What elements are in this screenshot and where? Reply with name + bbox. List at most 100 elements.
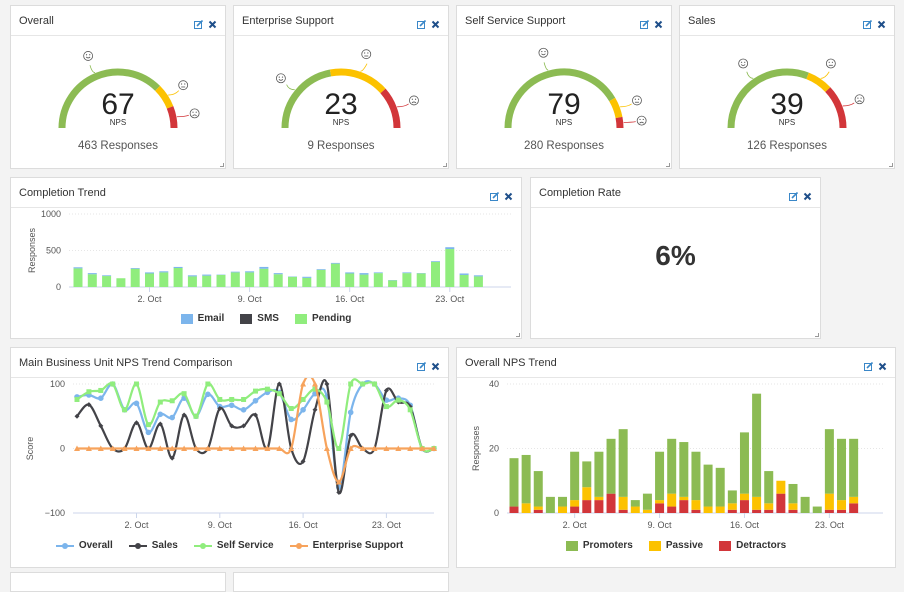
- bar-pending[interactable]: [374, 273, 383, 287]
- bar-email[interactable]: [360, 273, 369, 274]
- data-point[interactable]: [253, 398, 259, 404]
- edit-icon[interactable]: [417, 358, 426, 367]
- bar-pending[interactable]: [474, 276, 483, 287]
- bar-passive[interactable]: [522, 503, 531, 513]
- data-point[interactable]: [110, 382, 115, 387]
- data-point[interactable]: [313, 407, 318, 412]
- bar-pending[interactable]: [274, 274, 283, 287]
- bar-email[interactable]: [231, 272, 240, 273]
- bar-detractors[interactable]: [691, 510, 700, 513]
- bar-promoters[interactable]: [825, 429, 834, 494]
- bar-passive[interactable]: [558, 507, 567, 513]
- resize-handle[interactable]: [666, 163, 670, 167]
- bar-pending[interactable]: [231, 272, 240, 287]
- data-point[interactable]: [169, 415, 175, 421]
- data-point[interactable]: [241, 397, 246, 402]
- data-point[interactable]: [324, 382, 329, 387]
- close-icon[interactable]: [803, 188, 812, 197]
- bar-detractors[interactable]: [752, 510, 761, 513]
- bar-passive[interactable]: [534, 507, 543, 510]
- data-point[interactable]: [182, 391, 187, 396]
- legend-item-sms[interactable]: SMS: [240, 313, 279, 324]
- bar-promoters[interactable]: [679, 442, 688, 497]
- bar-pending[interactable]: [402, 273, 411, 287]
- bar-passive[interactable]: [704, 507, 713, 513]
- data-point[interactable]: [229, 397, 234, 402]
- bar-promoters[interactable]: [594, 452, 603, 497]
- bar-pending[interactable]: [74, 268, 83, 287]
- bar-email[interactable]: [259, 267, 268, 269]
- data-point[interactable]: [98, 388, 103, 393]
- bar-detractors[interactable]: [582, 500, 591, 513]
- legend-item-overall[interactable]: Overall: [56, 540, 113, 551]
- data-point[interactable]: [170, 398, 175, 403]
- bar-passive[interactable]: [667, 494, 676, 507]
- bar-email[interactable]: [159, 271, 168, 272]
- data-point[interactable]: [336, 446, 341, 451]
- bar-email[interactable]: [331, 263, 340, 264]
- bar-email[interactable]: [374, 272, 383, 273]
- data-point[interactable]: [372, 382, 377, 387]
- bar-pending[interactable]: [159, 272, 168, 287]
- bar-detractors[interactable]: [619, 510, 628, 513]
- bar-email[interactable]: [302, 277, 311, 278]
- edit-icon[interactable]: [194, 16, 203, 25]
- bar-promoters[interactable]: [813, 507, 822, 513]
- bar-pending[interactable]: [345, 273, 354, 287]
- bar-detractors[interactable]: [607, 494, 616, 513]
- bar-passive[interactable]: [631, 507, 640, 513]
- bar-passive[interactable]: [740, 494, 749, 500]
- bar-email[interactable]: [102, 275, 111, 276]
- bar-promoters[interactable]: [740, 432, 749, 493]
- close-icon[interactable]: [504, 188, 513, 197]
- close-icon[interactable]: [878, 358, 887, 367]
- bar-passive[interactable]: [643, 510, 652, 513]
- data-point[interactable]: [205, 392, 211, 398]
- bar-pending[interactable]: [145, 273, 154, 287]
- data-point[interactable]: [194, 414, 199, 419]
- data-point[interactable]: [300, 407, 306, 413]
- bar-email[interactable]: [274, 273, 283, 274]
- bar-promoters[interactable]: [655, 452, 664, 500]
- bar-promoters[interactable]: [619, 429, 628, 497]
- bar-promoters[interactable]: [667, 439, 676, 494]
- bar-passive[interactable]: [849, 497, 858, 503]
- data-point[interactable]: [146, 430, 152, 436]
- resize-handle[interactable]: [815, 333, 819, 337]
- bar-pending[interactable]: [388, 280, 397, 287]
- bar-passive[interactable]: [752, 497, 761, 510]
- bar-passive[interactable]: [837, 500, 846, 510]
- legend-item-passive[interactable]: Passive: [649, 540, 703, 551]
- bar-passive[interactable]: [582, 487, 591, 500]
- bar-email[interactable]: [145, 272, 154, 273]
- bar-email[interactable]: [345, 272, 354, 273]
- data-point[interactable]: [301, 397, 306, 402]
- bar-email[interactable]: [174, 267, 183, 268]
- bar-passive[interactable]: [776, 481, 785, 494]
- data-point[interactable]: [384, 404, 389, 409]
- resize-handle[interactable]: [516, 333, 520, 337]
- bar-detractors[interactable]: [825, 510, 834, 513]
- data-point[interactable]: [158, 400, 163, 405]
- bar-passive[interactable]: [825, 494, 834, 510]
- bar-detractors[interactable]: [679, 500, 688, 513]
- bar-passive[interactable]: [788, 503, 797, 509]
- edit-icon[interactable]: [863, 16, 872, 25]
- data-point[interactable]: [288, 417, 294, 423]
- bar-pending[interactable]: [360, 275, 369, 287]
- bar-promoters[interactable]: [534, 471, 543, 506]
- bar-pending[interactable]: [217, 275, 226, 287]
- bar-pending[interactable]: [202, 276, 211, 287]
- edit-icon[interactable]: [789, 188, 798, 197]
- bar-passive[interactable]: [655, 500, 664, 503]
- data-point[interactable]: [75, 397, 80, 402]
- bar-promoters[interactable]: [558, 497, 567, 507]
- bar-pending[interactable]: [174, 268, 183, 287]
- bar-email[interactable]: [74, 267, 83, 268]
- bar-detractors[interactable]: [728, 510, 737, 513]
- bar-pending[interactable]: [445, 249, 454, 287]
- bar-pending[interactable]: [116, 278, 125, 287]
- bar-email[interactable]: [474, 275, 483, 276]
- bar-pending[interactable]: [460, 275, 469, 287]
- data-point[interactable]: [265, 387, 270, 392]
